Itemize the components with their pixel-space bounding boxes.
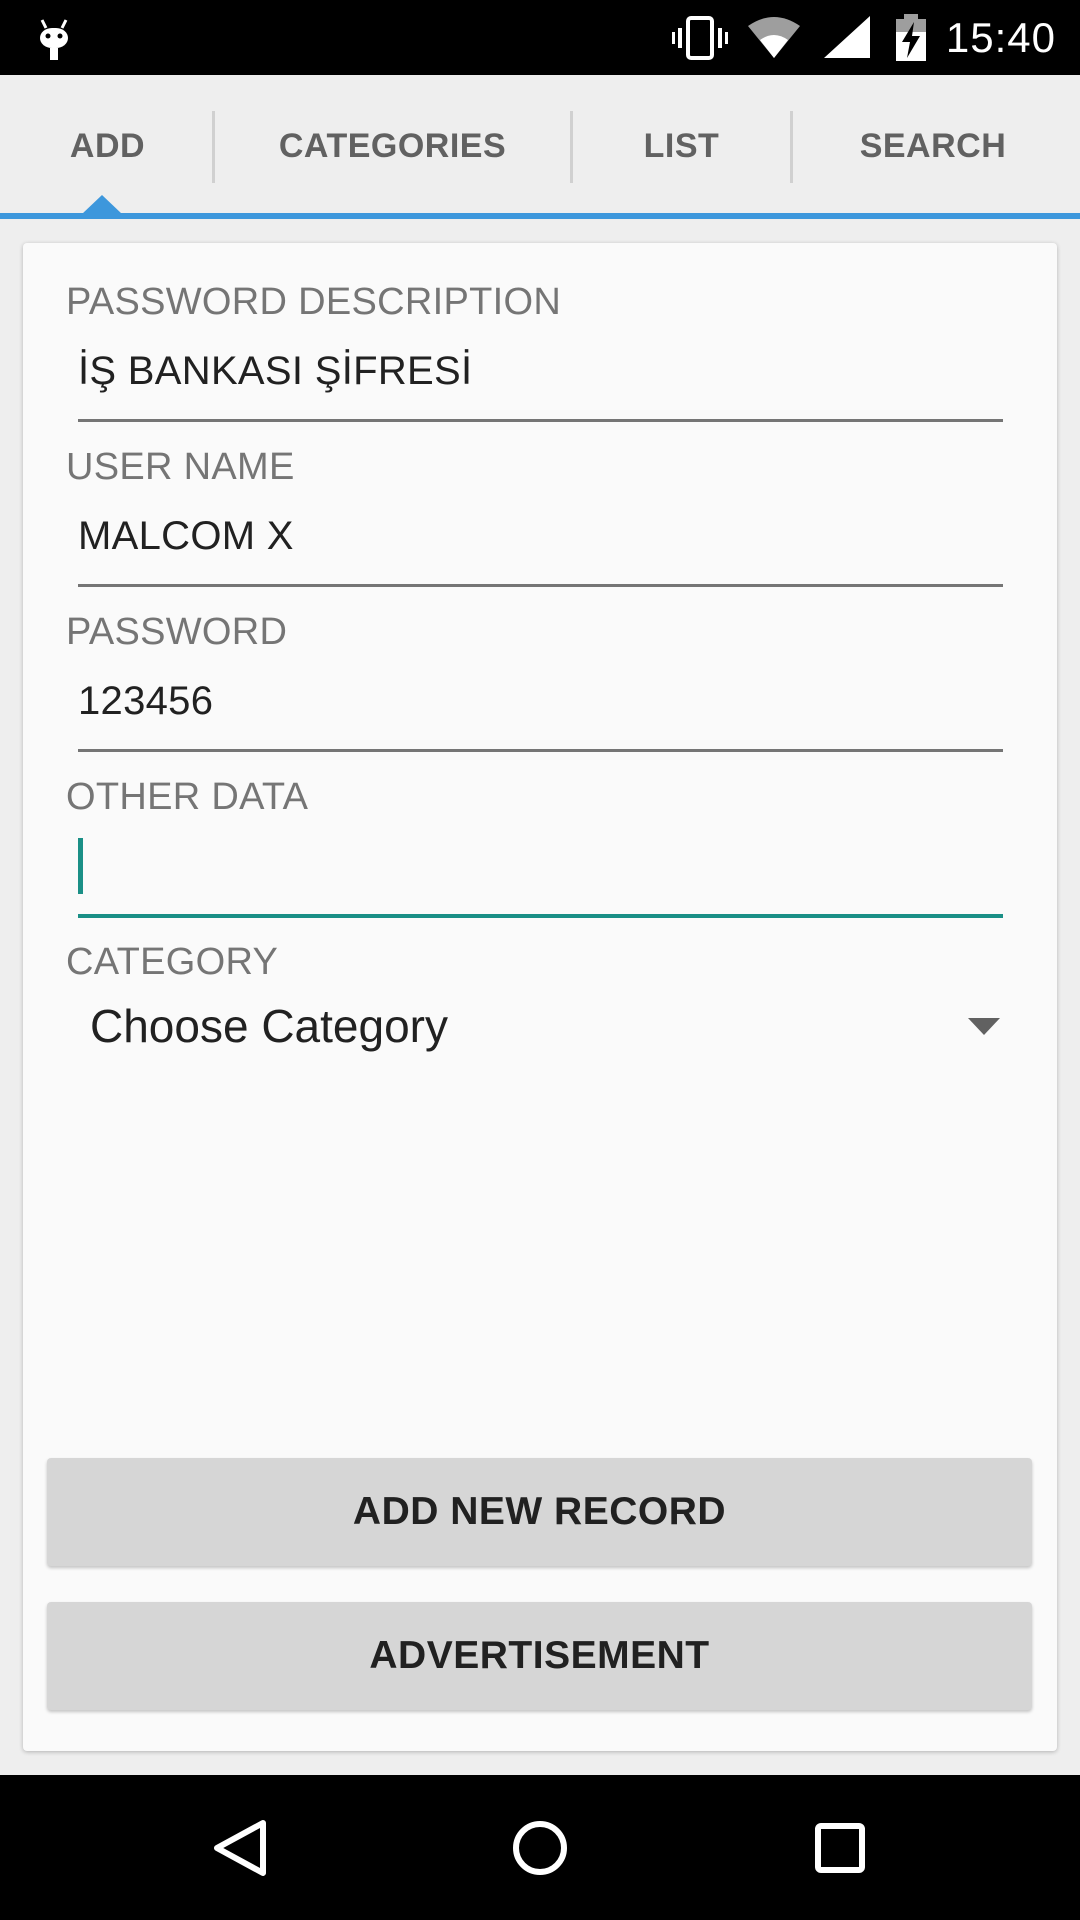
- password-description-label: PASSWORD DESCRIPTION: [66, 281, 562, 323]
- add-record-card: PASSWORD DESCRIPTION İŞ BANKASI ŞİFRESİ …: [23, 243, 1057, 1751]
- home-icon[interactable]: [505, 1813, 575, 1883]
- tab-underline: [0, 213, 1080, 219]
- wifi-icon: [747, 16, 800, 58]
- selected-tab-indicator: [82, 195, 122, 214]
- vibrate-icon: [671, 15, 728, 60]
- category-label: CATEGORY: [66, 941, 279, 983]
- password-label: PASSWORD: [66, 611, 288, 653]
- advertisement-button[interactable]: ADVERTISEMENT: [47, 1602, 1032, 1710]
- user-name-label: USER NAME: [66, 446, 295, 488]
- back-icon[interactable]: [205, 1813, 275, 1883]
- status-time: 15:40: [945, 13, 1056, 61]
- dropdown-arrow-icon[interactable]: [968, 1018, 1000, 1035]
- tab-list[interactable]: LIST: [573, 75, 790, 218]
- password-description-underline: [78, 419, 1003, 422]
- signal-icon: [823, 15, 870, 58]
- tab-categories[interactable]: CATEGORIES: [215, 75, 570, 218]
- recents-icon[interactable]: [805, 1813, 875, 1883]
- android-debug-icon: [40, 19, 68, 60]
- add-new-record-button[interactable]: ADD NEW RECORD: [47, 1458, 1032, 1566]
- navigation-bar: [0, 1775, 1080, 1920]
- other-data-label: OTHER DATA: [66, 776, 309, 818]
- tab-bar: ADD CATEGORIES LIST SEARCH: [0, 75, 1080, 219]
- password-description-input[interactable]: İŞ BANKASI ŞİFRESİ: [78, 349, 472, 394]
- tab-search[interactable]: SEARCH: [793, 75, 1073, 218]
- status-bar: 15:40: [0, 0, 1080, 75]
- user-name-underline: [78, 584, 1003, 587]
- password-underline: [78, 749, 1003, 752]
- other-data-input[interactable]: [78, 844, 1003, 900]
- other-data-underline: [78, 914, 1003, 918]
- category-spinner[interactable]: Choose Category: [90, 999, 448, 1053]
- password-input[interactable]: 123456: [78, 679, 213, 724]
- battery-charging-icon: [895, 13, 926, 61]
- text-cursor: [78, 838, 83, 894]
- user-name-input[interactable]: MALCOM X: [78, 514, 294, 559]
